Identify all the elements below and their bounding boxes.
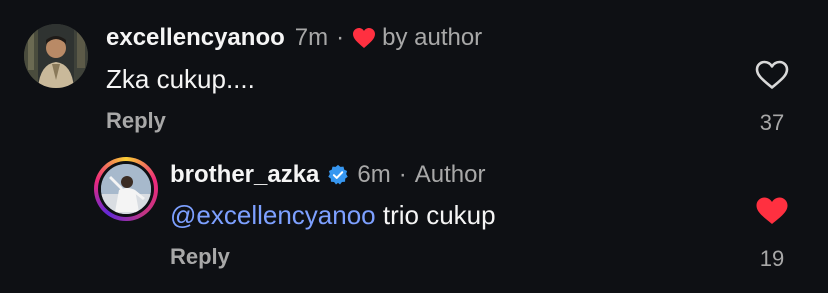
like-count: 19	[759, 246, 785, 271]
avatar-photo	[24, 24, 88, 88]
heart-icon	[756, 197, 788, 224]
comment-header: brother_azka 6m · Author	[170, 161, 485, 189]
like-count: 37	[759, 110, 785, 135]
author-label: Author	[414, 161, 486, 188]
comment-text-body: trio cukup	[375, 200, 496, 230]
timestamp: 6m	[357, 161, 391, 188]
comment-header: excellencyanoo 7m · by author	[106, 24, 482, 52]
timestamp: 7m	[294, 24, 329, 51]
username[interactable]: brother_azka	[170, 161, 319, 189]
avatar[interactable]	[98, 161, 154, 217]
liked-by-author-label: by author	[382, 24, 483, 51]
like-button[interactable]	[755, 196, 789, 226]
comment-text: Zka cukup....	[106, 64, 255, 94]
separator: ·	[336, 24, 345, 51]
heart-icon	[353, 28, 376, 48]
heart-outline-icon	[755, 60, 789, 89]
separator: ·	[398, 161, 407, 188]
reply-button[interactable]: Reply	[106, 108, 166, 134]
avatar[interactable]	[24, 24, 88, 88]
reply-button[interactable]: Reply	[170, 244, 230, 270]
verified-badge-icon	[328, 164, 349, 185]
mention-link[interactable]: @excellencyanoo	[170, 200, 376, 230]
comment-text: @excellencyanoo trio cukup	[170, 200, 496, 231]
username[interactable]: excellencyanoo	[106, 24, 285, 52]
avatar-image	[101, 164, 151, 214]
avatar-photo	[101, 164, 151, 214]
like-button[interactable]	[755, 60, 789, 90]
